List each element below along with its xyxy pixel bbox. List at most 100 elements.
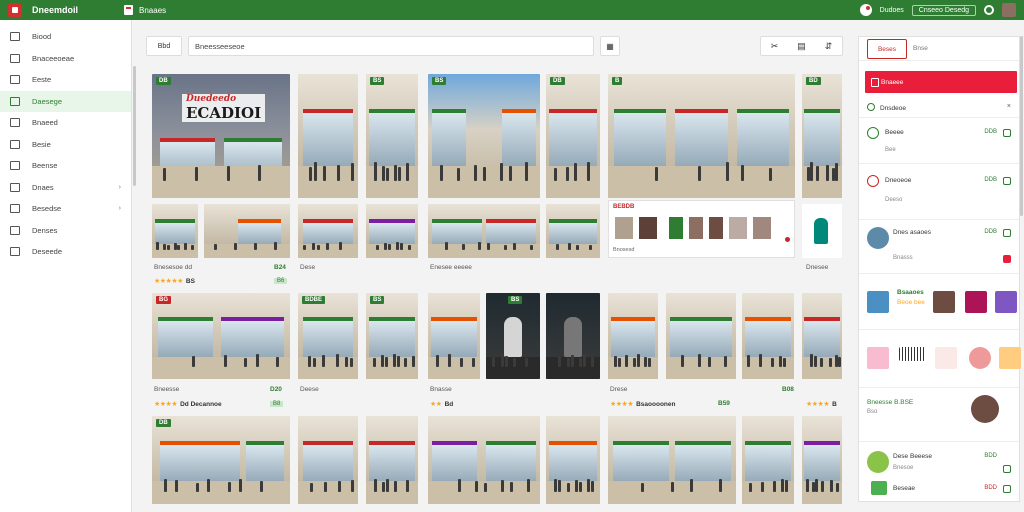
sidebar-item[interactable]: Deseede (0, 241, 131, 263)
shopper-figure (392, 354, 396, 367)
promo-card[interactable]: BEBDB Bnosesd (608, 200, 795, 258)
item-checkbox[interactable] (1003, 177, 1011, 185)
image-card[interactable] (546, 293, 600, 379)
image-card[interactable] (298, 416, 358, 504)
image-card[interactable]: BS (428, 74, 540, 198)
user-name[interactable]: Dudoes (880, 7, 904, 14)
notification-icon[interactable] (859, 4, 872, 16)
image-card[interactable] (802, 293, 842, 379)
sidebar-item[interactable]: Denses (0, 220, 131, 242)
product-thumb[interactable] (867, 347, 889, 369)
image-card[interactable]: BD (802, 74, 842, 198)
card-tag: DB (550, 77, 565, 85)
image-card[interactable]: BS (366, 293, 418, 379)
shopper-figure (192, 355, 196, 367)
document-tab-icon[interactable] (124, 5, 134, 15)
layout-tool-button[interactable]: ▤ (788, 37, 815, 55)
image-card[interactable] (204, 204, 290, 258)
crop-tool-button[interactable]: ✂ (761, 37, 788, 55)
avatar[interactable] (1002, 3, 1016, 17)
filter-button[interactable]: Bbd (146, 36, 182, 56)
image-card[interactable]: BS (366, 74, 418, 198)
image-card[interactable] (366, 204, 418, 258)
image-card[interactable] (546, 416, 600, 504)
item-value: DDB (984, 177, 997, 183)
tab-label[interactable]: Bnaaes (139, 6, 166, 15)
sidebar-item[interactable]: Biood (0, 26, 131, 48)
card-price: B24 (274, 264, 286, 271)
product-thumb[interactable] (999, 347, 1021, 369)
right-panel-scrollbar[interactable] (1020, 36, 1023, 216)
product-thumb[interactable] (867, 291, 889, 313)
sort-tool-button[interactable]: ⇵ (815, 37, 842, 55)
image-card[interactable] (152, 204, 198, 258)
image-card[interactable] (742, 416, 794, 504)
product-thumb[interactable] (969, 347, 991, 369)
calendar-icon[interactable]: ▦ (600, 36, 620, 56)
image-card[interactable] (546, 204, 600, 258)
shopper-figure (821, 481, 825, 492)
item-checkbox[interactable] (1003, 465, 1011, 473)
image-card[interactable] (608, 416, 736, 504)
image-card[interactable]: B (608, 74, 795, 198)
product-thumb[interactable] (965, 291, 987, 313)
sidebar-item[interactable]: Bnaceeoeae (0, 48, 131, 70)
sidebar-item[interactable]: Bnaeed (0, 112, 131, 134)
product-thumb[interactable] (971, 395, 999, 423)
item-checkbox[interactable] (1003, 485, 1011, 493)
sidebar-item[interactable]: Beense (0, 155, 131, 177)
image-card[interactable] (298, 204, 358, 258)
sidebar-item[interactable]: Eeste (0, 69, 131, 91)
image-card[interactable] (666, 293, 736, 379)
item-checkbox[interactable] (1003, 229, 1011, 237)
image-card[interactable]: DB (546, 74, 600, 198)
shopper-figure (504, 355, 508, 367)
brand-sign: Duedeedo ECADIOI (182, 94, 266, 123)
user-status-pill[interactable]: Cnseeo Desedg (911, 4, 976, 16)
image-card[interactable]: BG (152, 293, 290, 379)
image-card[interactable] (802, 416, 842, 504)
sidebar-item[interactable]: Besie (0, 134, 131, 156)
image-grid: DB Duedeedo ECADIOI BS BS DB B BD BEBDB B… (152, 72, 842, 512)
image-card[interactable] (802, 204, 842, 258)
image-card[interactable]: BDBE (298, 293, 358, 379)
close-icon[interactable]: × (1007, 103, 1011, 110)
item-checkbox[interactable] (1003, 129, 1011, 137)
sidebar-item[interactable]: Daesege (0, 90, 131, 112)
app-logo-icon[interactable] (8, 3, 22, 17)
chevron-right-icon[interactable]: › (119, 184, 121, 191)
tab-other[interactable]: Bnse (913, 45, 928, 52)
shopper-figure (482, 167, 486, 181)
image-card[interactable] (608, 293, 658, 379)
section-title: Dnsdeoe (867, 103, 906, 112)
image-card[interactable] (366, 416, 418, 504)
image-card[interactable]: DB Duedeedo ECADIOI (152, 74, 290, 198)
card-caption: Dnesee (806, 264, 829, 271)
product-thumb[interactable] (933, 291, 955, 313)
search-input[interactable] (188, 36, 594, 56)
shopper-figure (785, 480, 789, 492)
barcode-thumb[interactable] (899, 347, 925, 361)
shopper-figure (554, 478, 558, 492)
sidebar-scrollbar[interactable] (133, 66, 136, 186)
image-card[interactable]: BS (486, 293, 540, 379)
gear-icon[interactable] (984, 5, 994, 15)
image-card[interactable] (298, 74, 358, 198)
sidebar-item[interactable]: Dnaes › (0, 177, 131, 199)
image-card[interactable] (428, 293, 480, 379)
image-card[interactable]: DB (152, 416, 290, 504)
chevron-right-icon[interactable]: › (119, 205, 121, 212)
image-card[interactable] (428, 204, 540, 258)
item-flag[interactable] (1003, 255, 1011, 263)
card-tag: BD (806, 77, 821, 85)
image-card[interactable] (428, 416, 540, 504)
shopper-figure (697, 354, 701, 367)
image-card[interactable] (742, 293, 794, 379)
product-thumb[interactable] (935, 347, 957, 369)
product-thumb[interactable] (995, 291, 1017, 313)
tab-active[interactable]: Beses (867, 39, 907, 59)
sidebar-item[interactable]: Besedse › (0, 198, 131, 220)
shopper-figure (440, 164, 444, 181)
shopper-figure (194, 167, 198, 181)
primary-action-button[interactable]: Bnaeee (865, 71, 1017, 93)
